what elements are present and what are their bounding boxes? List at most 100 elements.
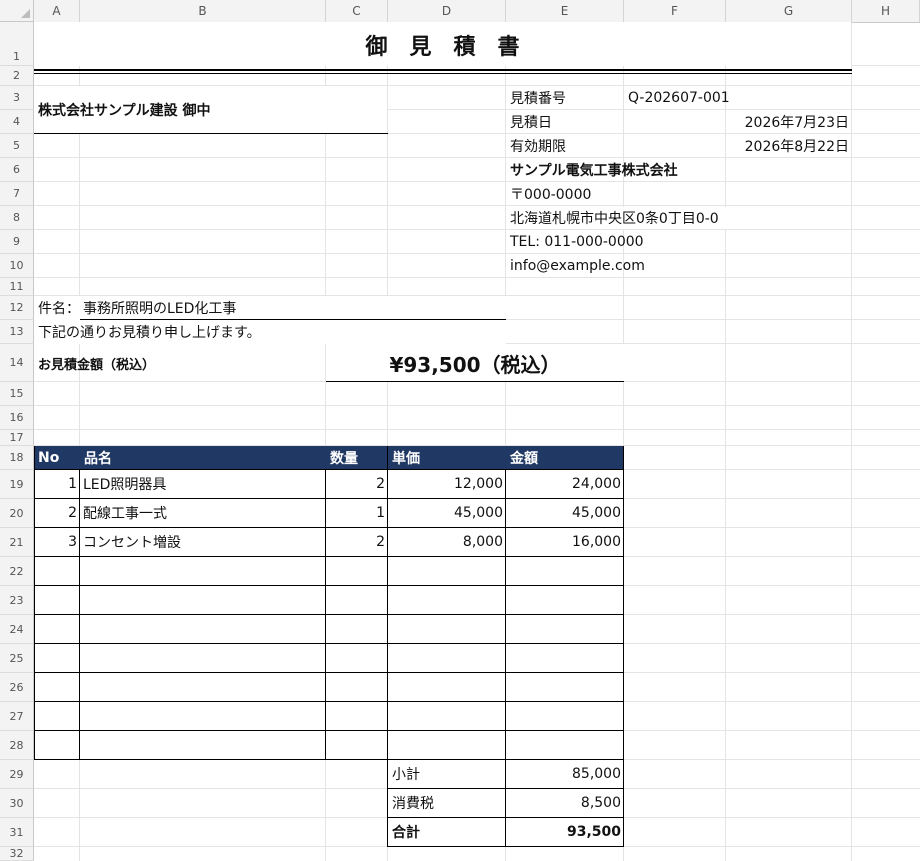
- row-1-item[interactable]: LED照明器具: [83, 470, 166, 498]
- row-1-unit-price[interactable]: 12,000: [388, 470, 503, 498]
- row-header-30[interactable]: 30: [0, 789, 34, 818]
- row-3-amount[interactable]: 16,000: [506, 528, 621, 556]
- company-postal[interactable]: 〒000-0000: [510, 182, 591, 206]
- estimate-no-label[interactable]: 見積番号: [510, 86, 566, 110]
- amount-value[interactable]: ¥93,500（税込）: [326, 344, 624, 382]
- row-header-16[interactable]: 16: [0, 406, 34, 430]
- row-header-28[interactable]: 28: [0, 731, 34, 760]
- row-1-no[interactable]: 1: [34, 470, 77, 498]
- gridline: [34, 429, 920, 430]
- row-1-amount[interactable]: 24,000: [506, 470, 621, 498]
- table-header-no[interactable]: No: [38, 446, 59, 470]
- company-address[interactable]: 北海道札幌市中央区0条0丁目0-0: [510, 206, 719, 230]
- row-header-32[interactable]: 32: [0, 847, 34, 861]
- row-2-qty[interactable]: 1: [326, 499, 385, 527]
- subject-text[interactable]: 事務所照明のLED化工事: [83, 296, 236, 320]
- row-header-18[interactable]: 18: [0, 446, 34, 470]
- row-header-10[interactable]: 10: [0, 254, 34, 278]
- subtotal-value[interactable]: 85,000: [506, 760, 621, 788]
- table-border: [34, 585, 624, 586]
- column-header-g[interactable]: G: [726, 0, 852, 22]
- row-header-25[interactable]: 25: [0, 644, 34, 673]
- client-name[interactable]: 株式会社サンプル建設 御中: [38, 86, 210, 133]
- column-header-c[interactable]: C: [326, 0, 388, 22]
- table-border: [34, 643, 624, 644]
- row-header-12[interactable]: 12: [0, 296, 34, 320]
- company-tel[interactable]: TEL: 011-000-0000: [510, 230, 644, 254]
- client-underline: [34, 133, 388, 134]
- row-header-8[interactable]: 8: [0, 206, 34, 230]
- row-3-no[interactable]: 3: [34, 528, 77, 556]
- subject-label[interactable]: 件名：: [38, 296, 80, 320]
- row-1-qty[interactable]: 2: [326, 470, 385, 498]
- row-header-11[interactable]: 11: [0, 278, 34, 296]
- estimate-no-value[interactable]: Q-202607-001: [628, 86, 730, 110]
- company-email[interactable]: info@example.com: [510, 254, 645, 278]
- table-header-amount[interactable]: 金額: [510, 446, 538, 470]
- row-header-17[interactable]: 17: [0, 430, 34, 446]
- total-value[interactable]: 93,500: [506, 818, 621, 846]
- document-title[interactable]: 御 見 積 書: [34, 26, 851, 64]
- column-header-d[interactable]: D: [388, 0, 506, 22]
- row-header-31[interactable]: 31: [0, 818, 34, 847]
- row-2-no[interactable]: 2: [34, 499, 77, 527]
- row-header-2[interactable]: 2: [0, 66, 34, 86]
- title-double-underline-bottom: [34, 73, 852, 74]
- column-header-f[interactable]: F: [624, 0, 726, 22]
- row-header-29[interactable]: 29: [0, 760, 34, 789]
- row-2-item[interactable]: 配線工事一式: [83, 499, 167, 527]
- table-header-item[interactable]: 品名: [84, 446, 112, 470]
- expiry-label[interactable]: 有効期限: [510, 134, 566, 158]
- row-2-unit-price[interactable]: 45,000: [388, 499, 503, 527]
- column-header-b[interactable]: B: [80, 0, 326, 22]
- table-border: [79, 470, 80, 760]
- row-header-20[interactable]: 20: [0, 499, 34, 528]
- column-header-h[interactable]: H: [852, 0, 920, 22]
- row-header-27[interactable]: 27: [0, 702, 34, 731]
- table-border: [34, 672, 624, 673]
- row-header-14[interactable]: 14: [0, 344, 34, 382]
- select-all-corner[interactable]: [0, 0, 34, 22]
- table-header-unit-price[interactable]: 単価: [392, 446, 420, 470]
- gridline: [851, 22, 852, 861]
- row-header-5[interactable]: 5: [0, 134, 34, 158]
- row-header-23[interactable]: 23: [0, 586, 34, 615]
- gridline: [34, 229, 920, 230]
- row-header-3[interactable]: 3: [0, 86, 34, 110]
- row-header-26[interactable]: 26: [0, 673, 34, 702]
- estimate-date-value[interactable]: 2026年7月23日: [624, 110, 849, 134]
- tax-value[interactable]: 8,500: [506, 789, 621, 817]
- column-header-e[interactable]: E: [506, 0, 624, 22]
- row-header-9[interactable]: 9: [0, 230, 34, 254]
- row-3-item[interactable]: コンセント増設: [83, 528, 181, 556]
- table-border: [34, 614, 624, 615]
- gridline: [34, 405, 920, 406]
- amount-label[interactable]: お見積金額（税込）: [38, 344, 155, 382]
- gridline: [34, 181, 920, 182]
- row-header-22[interactable]: 22: [0, 557, 34, 586]
- row-3-qty[interactable]: 2: [326, 528, 385, 556]
- row-header-24[interactable]: 24: [0, 615, 34, 644]
- row-3-unit-price[interactable]: 8,000: [388, 528, 503, 556]
- row-header-1[interactable]: 1: [0, 22, 34, 66]
- intro-text[interactable]: 下記の通りお見積り申し上げます。: [38, 320, 261, 344]
- estimate-date-label[interactable]: 見積日: [510, 110, 552, 134]
- row-header-4[interactable]: 4: [0, 110, 34, 134]
- expiry-value[interactable]: 2026年8月22日: [624, 134, 849, 158]
- total-label[interactable]: 合計: [392, 818, 420, 846]
- row-header-19[interactable]: 19: [0, 470, 34, 499]
- amount-underline: [326, 381, 624, 382]
- title-double-underline-top: [34, 69, 852, 71]
- column-header-a[interactable]: A: [34, 0, 80, 22]
- row-2-amount[interactable]: 45,000: [506, 499, 621, 527]
- row-header-21[interactable]: 21: [0, 528, 34, 557]
- tax-label[interactable]: 消費税: [392, 789, 434, 817]
- row-header-6[interactable]: 6: [0, 158, 34, 182]
- company-name[interactable]: サンプル電気工事株式会社: [510, 158, 678, 182]
- table-header-qty[interactable]: 数量: [330, 446, 358, 470]
- subtotal-label[interactable]: 小計: [392, 760, 420, 788]
- table-border: [34, 730, 624, 731]
- row-header-15[interactable]: 15: [0, 382, 34, 406]
- row-header-13[interactable]: 13: [0, 320, 34, 344]
- row-header-7[interactable]: 7: [0, 182, 34, 206]
